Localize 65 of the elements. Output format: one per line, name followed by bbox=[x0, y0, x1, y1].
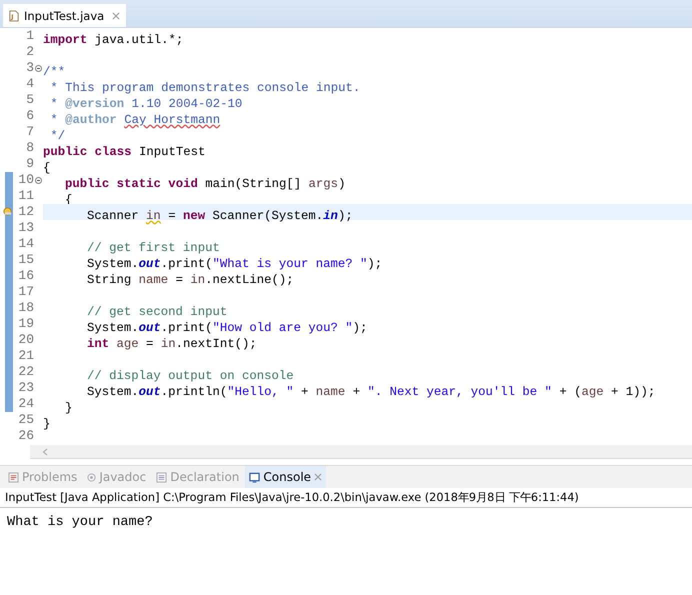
code-line: Scanner in = new Scanner(System.in); bbox=[86, 208, 353, 224]
warning-icon[interactable] bbox=[3, 207, 12, 216]
collapse-icon[interactable] bbox=[35, 64, 42, 72]
code-line: * @version 1.10 2004-02-10 bbox=[49, 96, 242, 112]
console-icon bbox=[249, 472, 260, 482]
code-line: */ bbox=[49, 128, 66, 144]
line-number: 9 bbox=[25, 156, 34, 172]
line-number: 10 bbox=[17, 172, 34, 188]
line-number: 11 bbox=[17, 188, 34, 204]
line-number: 24 bbox=[17, 396, 34, 412]
line-number: 4 bbox=[25, 76, 34, 92]
code-line: { bbox=[43, 160, 50, 176]
code-line: int age = in.nextInt(); bbox=[86, 336, 257, 352]
code-line: public static void main(String[] args) bbox=[64, 176, 346, 192]
line-number: 26 bbox=[17, 428, 34, 444]
collapse-icon[interactable] bbox=[35, 176, 42, 184]
close-icon[interactable] bbox=[314, 473, 322, 481]
code-line: } bbox=[64, 400, 72, 416]
code-line: } bbox=[43, 416, 50, 432]
line-number: 3 bbox=[25, 60, 34, 76]
code-line: String name = in.nextLine(); bbox=[86, 272, 294, 288]
line-number: 20 bbox=[17, 332, 34, 348]
line-number: 17 bbox=[17, 284, 34, 300]
code-line: System.out.print("What is your name? "); bbox=[86, 256, 382, 272]
code-line: * This program demonstrates console input. bbox=[49, 80, 360, 96]
line-number: 16 bbox=[17, 268, 34, 284]
panel-tab[interactable]: Javadoc bbox=[83, 466, 150, 488]
console-header: InputTest [Java Application] C:\Program Files\Java\jre-10.0.2\bin\javaw.exe (2018年9月8日 下午6:11:44) bbox=[0, 488, 692, 508]
panel-tab[interactable]: Problems bbox=[4, 466, 82, 488]
line-number: 13 bbox=[17, 220, 34, 236]
line-number: 18 bbox=[17, 300, 34, 316]
line-number: 7 bbox=[25, 124, 34, 140]
close-icon[interactable] bbox=[112, 12, 120, 20]
code-line: // get second input bbox=[86, 304, 228, 320]
code-line: /** bbox=[43, 64, 66, 80]
line-number: 8 bbox=[25, 140, 34, 156]
line-number: 22 bbox=[17, 364, 34, 380]
editor-tab[interactable]: InputTest.java bbox=[3, 4, 126, 27]
line-number: 1 bbox=[25, 28, 34, 44]
code-line: System.out.println("Hello, " + name + ". Next year, you'll be " + (age + 1)); bbox=[86, 384, 656, 400]
problems-icon bbox=[8, 472, 19, 482]
line-number: 23 bbox=[17, 380, 34, 396]
panel-tab[interactable]: Console bbox=[245, 466, 326, 488]
line-number: 19 bbox=[17, 316, 34, 332]
code-line: // get first input bbox=[86, 240, 220, 256]
line-number: 15 bbox=[17, 252, 34, 268]
declaration-icon bbox=[156, 472, 168, 482]
line-number: 2 bbox=[25, 44, 34, 60]
code-line: System.out.print("How old are you? "); bbox=[86, 320, 368, 336]
code-line: import java.util.*; bbox=[43, 32, 184, 48]
java-file-icon bbox=[9, 10, 19, 22]
line-number: 6 bbox=[25, 108, 34, 124]
line-number: 21 bbox=[17, 348, 34, 364]
code-line: public class InputTest bbox=[43, 144, 206, 160]
scroll-left-icon[interactable] bbox=[42, 448, 48, 456]
code-line: * @author Cay Horstmann bbox=[49, 112, 220, 128]
line-number: 5 bbox=[25, 92, 34, 108]
panel-tab[interactable]: Declaration bbox=[152, 466, 244, 488]
at-sign-icon bbox=[87, 472, 96, 482]
console-output: What is your name? bbox=[7, 515, 153, 530]
line-number: 14 bbox=[17, 236, 34, 252]
horizontal-scrollbar[interactable] bbox=[30, 445, 692, 459]
code-line: // display output on console bbox=[86, 368, 294, 384]
line-number: 25 bbox=[17, 412, 34, 428]
line-number: 12 bbox=[17, 204, 34, 220]
